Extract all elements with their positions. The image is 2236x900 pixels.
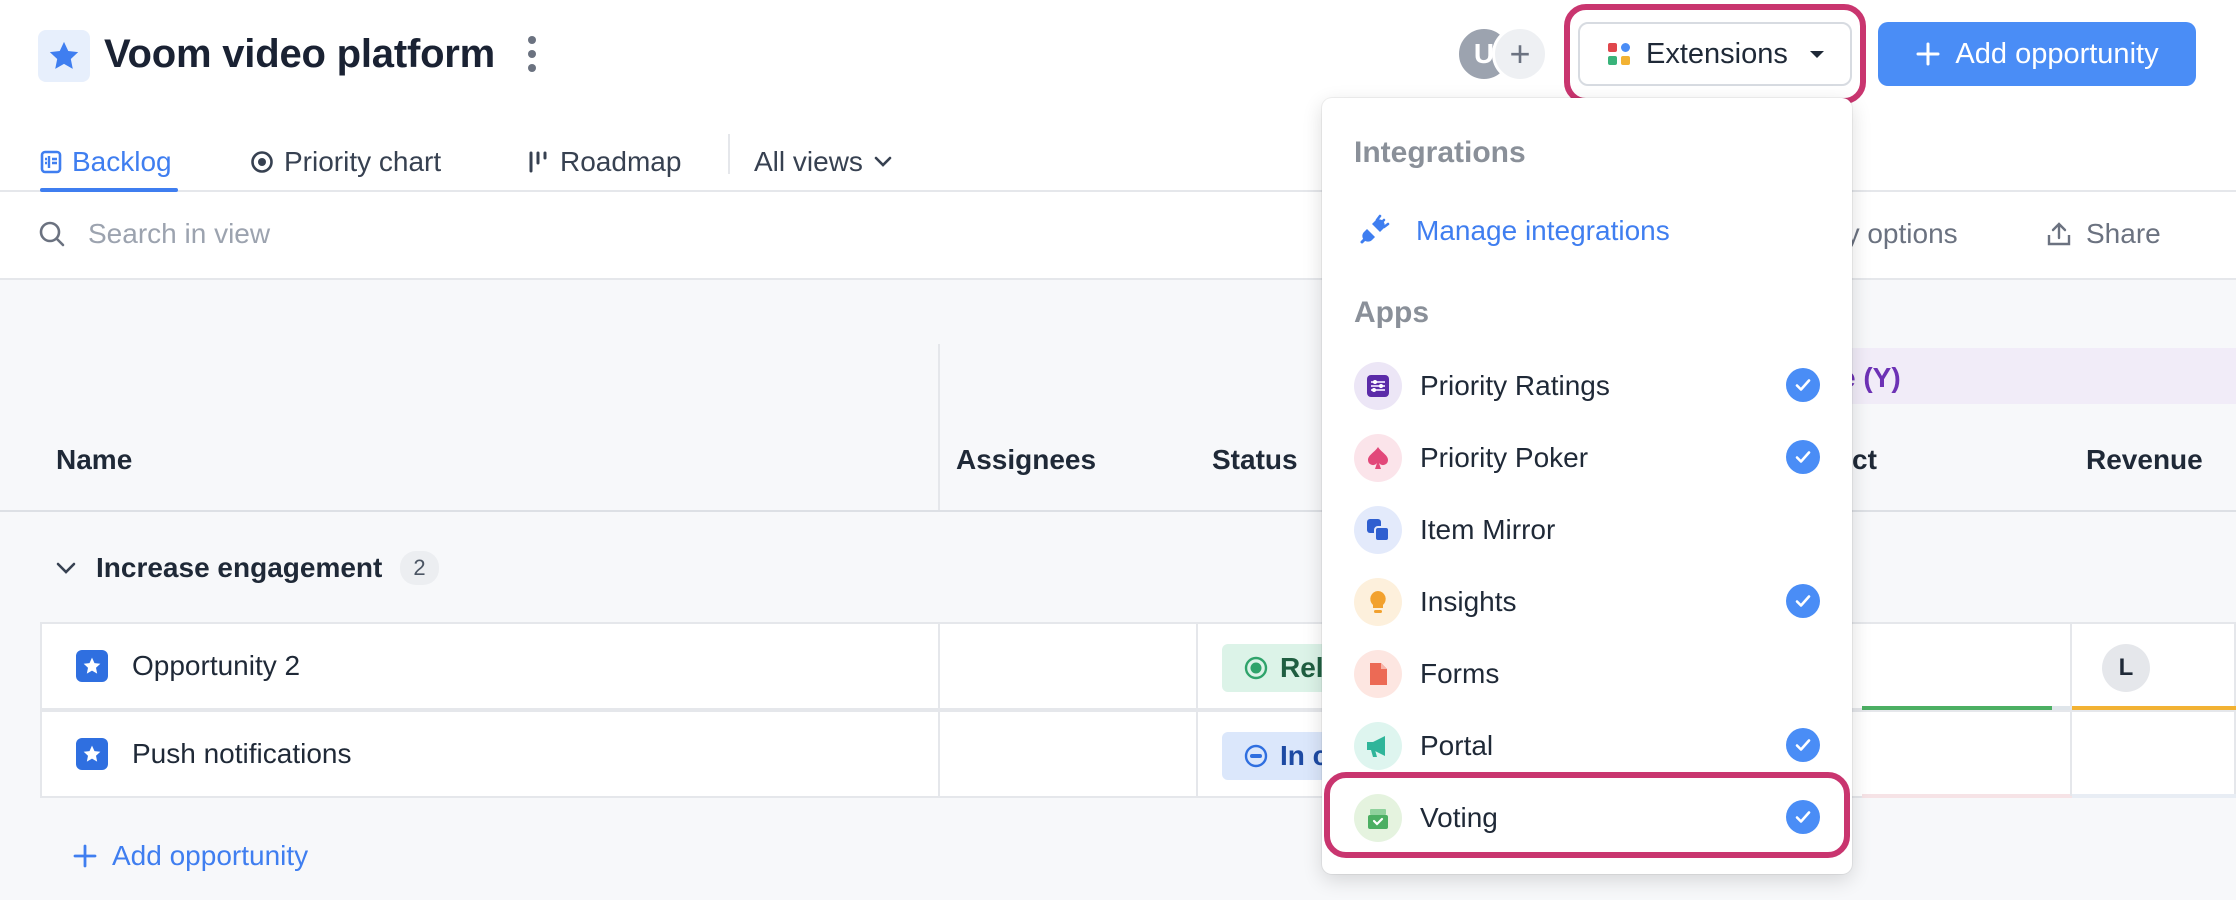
tab-label: Roadmap	[560, 146, 682, 177]
column-header-status[interactable]: Status	[1212, 444, 1298, 476]
app-item-item-mirror[interactable]: Item Mirror	[1354, 502, 1820, 558]
header-divider	[0, 510, 2236, 512]
megaphone-icon	[1354, 722, 1402, 770]
tab-label: Backlog	[72, 146, 172, 177]
app-label: Portal	[1420, 730, 1494, 761]
view-tabs: Backlog Priority chart Roadmap All views	[0, 116, 2236, 192]
manage-integrations-link[interactable]: Manage integrations	[1356, 214, 1670, 248]
table-row[interactable]: Opportunity 2 Rel L	[40, 622, 2236, 710]
document-icon	[1354, 650, 1402, 698]
extensions-highlight	[1564, 4, 1866, 104]
chevron-down-icon	[874, 156, 892, 167]
search-input[interactable]: Search in view	[88, 218, 270, 250]
app-label: Priority Poker	[1420, 442, 1589, 473]
roadmap-icon	[529, 151, 547, 173]
search-icon	[39, 221, 65, 247]
check-icon	[1786, 584, 1820, 618]
tab-backlog[interactable]: Backlog	[40, 134, 172, 190]
opportunity-name[interactable]: Opportunity 2	[132, 650, 300, 682]
more-options-icon[interactable]	[520, 30, 544, 78]
tab-separator	[728, 134, 730, 174]
apps-header: Apps	[1354, 296, 1429, 329]
status-label: In c	[1280, 740, 1329, 771]
extensions-dropdown: Integrations Manage integrations Apps Pr…	[1322, 98, 1852, 874]
app-item-insights[interactable]: Insights	[1354, 574, 1820, 630]
tab-roadmap[interactable]: Roadmap	[528, 134, 681, 190]
cell-divider	[1196, 712, 1198, 796]
cell-divider	[938, 624, 940, 708]
plug-icon	[1360, 214, 1390, 244]
column-header-revenue[interactable]: Revenue	[2086, 444, 2203, 476]
check-icon	[1786, 440, 1820, 474]
item-mirror-icon	[1354, 506, 1402, 554]
cell-divider	[2070, 712, 2072, 796]
app-label: Insights	[1420, 586, 1517, 617]
revenue-bar-track	[2072, 794, 2236, 798]
opportunity-star-icon	[76, 738, 108, 770]
chevron-down-icon[interactable]	[54, 560, 78, 576]
app-item-priority-poker[interactable]: Priority Poker	[1354, 430, 1820, 486]
voting-highlight	[1324, 772, 1850, 858]
cell-divider	[938, 712, 940, 796]
app-label: Priority Ratings	[1420, 370, 1610, 401]
app-item-portal[interactable]: Portal	[1354, 718, 1820, 774]
check-icon	[1786, 728, 1820, 762]
share-icon	[2047, 222, 2071, 246]
status-label: Rel	[1280, 652, 1324, 683]
column-header-assignees[interactable]: Assignees	[956, 444, 1096, 476]
tab-priority-chart[interactable]: Priority chart	[250, 134, 441, 190]
target-icon	[251, 151, 273, 173]
spade-icon	[1354, 434, 1402, 482]
group-title: Increase engagement	[96, 552, 383, 583]
add-member-button[interactable]: +	[1492, 26, 1548, 82]
backlog-icon	[40, 150, 62, 174]
status-in-progress-icon	[1244, 744, 1268, 768]
app-item-priority-ratings[interactable]: Priority Ratings	[1354, 358, 1820, 414]
column-header-impact[interactable]: ct	[1852, 444, 1877, 476]
avatar[interactable]: L	[2102, 644, 2150, 692]
tab-label: All views	[754, 146, 863, 177]
plus-icon	[1916, 42, 1940, 66]
tab-label: Priority chart	[284, 146, 442, 177]
plus-icon	[73, 844, 97, 868]
priority-ratings-icon	[1354, 362, 1402, 410]
column-divider	[938, 344, 940, 510]
tab-all-views[interactable]: All views	[754, 134, 893, 190]
app-item-forms[interactable]: Forms	[1354, 646, 1820, 702]
project-title: Voom video platform	[104, 32, 496, 76]
integrations-header: Integrations	[1354, 136, 1526, 169]
project-star-icon	[38, 30, 90, 82]
opportunity-name[interactable]: Push notifications	[132, 738, 351, 770]
manage-integrations-label: Manage integrations	[1416, 215, 1670, 246]
table-row[interactable]: Push notifications In c	[40, 710, 2236, 798]
add-opportunity-label: Add opportunity	[112, 840, 309, 871]
check-icon	[1786, 368, 1820, 402]
share-label: Share	[2086, 218, 2161, 249]
app-label: Item Mirror	[1420, 514, 1556, 545]
opportunity-star-icon	[76, 650, 108, 682]
app-label: Forms	[1420, 658, 1500, 689]
cell-divider	[2070, 624, 2072, 708]
add-opportunity-label: Add opportunity	[1955, 37, 2159, 70]
group-increase-engagement[interactable]: Increase engagement 2	[54, 548, 439, 588]
lightbulb-icon	[1354, 578, 1402, 626]
status-released-icon	[1244, 656, 1268, 680]
cell-divider	[1196, 624, 1198, 708]
column-header-name[interactable]: Name	[56, 444, 132, 476]
add-opportunity-button[interactable]: Add opportunity	[1878, 22, 2196, 86]
group-count-badge: 2	[400, 551, 439, 585]
add-opportunity-link[interactable]: Add opportunity	[72, 840, 308, 872]
share-button[interactable]: Share	[2046, 218, 2161, 250]
